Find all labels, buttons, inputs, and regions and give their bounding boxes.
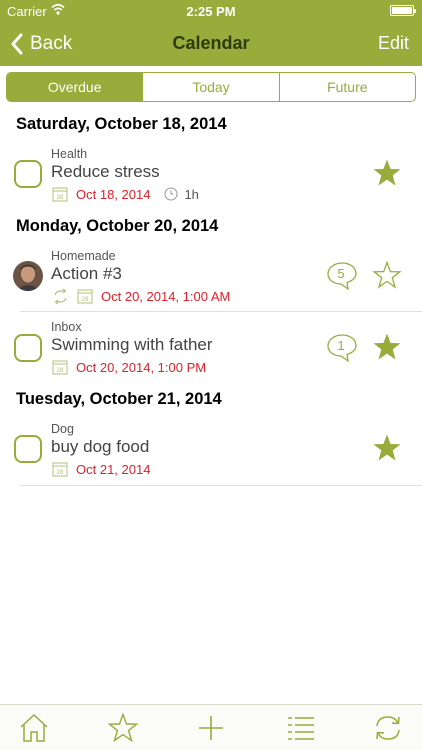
calendar-icon: 28 bbox=[52, 187, 68, 202]
star-filled-icon[interactable] bbox=[372, 158, 402, 188]
calendar-icon-day: 28 bbox=[57, 470, 64, 476]
repeat-icon bbox=[54, 288, 67, 304]
calendar-icon: 28 bbox=[52, 462, 68, 477]
clock-time: 2:25 PM bbox=[186, 4, 236, 19]
battery-icon bbox=[390, 5, 416, 16]
filter-segmented-control: Overdue Today Future bbox=[6, 72, 416, 102]
home-icon[interactable] bbox=[18, 712, 50, 744]
task-row[interactable]: Homemade Action #3 28 Oct 20, 2014, 1:00… bbox=[0, 242, 422, 312]
task-title: Reduce stress bbox=[51, 162, 160, 181]
task-title: Action #3 bbox=[51, 264, 122, 283]
task-meta: 28 Oct 21, 2014 bbox=[52, 460, 150, 478]
star-icon[interactable] bbox=[107, 712, 139, 744]
star-filled-icon[interactable] bbox=[372, 332, 402, 362]
comment-count: 5 bbox=[337, 266, 345, 281]
task-meta: 28 Oct 20, 2014, 1:00 PM bbox=[52, 358, 206, 376]
page-title: Calendar bbox=[172, 33, 250, 53]
section-header: Saturday, October 18, 2014 bbox=[16, 115, 227, 133]
star-outline-icon[interactable] bbox=[372, 260, 402, 290]
task-title: buy dog food bbox=[51, 437, 150, 456]
plus-icon[interactable] bbox=[195, 712, 227, 744]
task-row[interactable]: Health Reduce stress 28 Oct 18, 2014 1h bbox=[0, 140, 422, 212]
segment-future[interactable]: Future bbox=[278, 73, 415, 101]
section-header: Monday, October 20, 2014 bbox=[16, 217, 219, 235]
avatar-image bbox=[13, 261, 43, 291]
task-due-date: Oct 20, 2014, 1:00 AM bbox=[101, 288, 231, 304]
calendar-icon: 28 bbox=[77, 289, 93, 304]
navigation-bar: Carrier 2:25 PM Back Calendar Edit bbox=[0, 0, 422, 66]
task-checkbox[interactable] bbox=[14, 334, 42, 362]
task-checkbox[interactable] bbox=[14, 435, 42, 463]
list-icon[interactable] bbox=[284, 712, 316, 744]
tab-bar bbox=[0, 704, 422, 750]
calendar-icon-day: 28 bbox=[57, 195, 64, 201]
task-project: Inbox bbox=[51, 320, 82, 334]
comment-count: 1 bbox=[337, 338, 345, 353]
calendar-icon-day: 28 bbox=[82, 297, 89, 303]
calendar-icon: 28 bbox=[52, 360, 68, 375]
task-title: Swimming with father bbox=[51, 335, 213, 354]
comments-button[interactable]: 1 bbox=[326, 333, 358, 363]
task-row[interactable]: Dog buy dog food 28 Oct 21, 2014 bbox=[0, 415, 422, 486]
section-header: Tuesday, October 21, 2014 bbox=[16, 390, 222, 408]
sync-icon[interactable] bbox=[372, 712, 404, 744]
edit-button[interactable]: Edit bbox=[378, 33, 409, 54]
segment-today[interactable]: Today bbox=[142, 73, 278, 101]
task-meta: 28 Oct 18, 2014 1h bbox=[52, 185, 199, 203]
task-due-date: Oct 20, 2014, 1:00 PM bbox=[76, 359, 207, 375]
row-divider bbox=[20, 485, 422, 486]
star-filled-icon[interactable] bbox=[372, 433, 402, 463]
task-checkbox[interactable] bbox=[14, 160, 42, 188]
segment-overdue[interactable]: Overdue bbox=[7, 73, 143, 101]
task-project: Dog bbox=[51, 422, 74, 436]
status-bar: Carrier 2:25 PM bbox=[0, 0, 422, 22]
task-project: Health bbox=[51, 147, 88, 161]
task-duration: 1h bbox=[184, 186, 199, 202]
avatar bbox=[13, 261, 43, 291]
comments-button[interactable]: 5 bbox=[326, 261, 358, 291]
calendar-icon-day: 28 bbox=[57, 368, 64, 374]
task-row[interactable]: Inbox Swimming with father 28 Oct 20, 20… bbox=[0, 312, 422, 384]
clock-icon bbox=[164, 187, 178, 201]
task-project: Homemade bbox=[51, 249, 116, 263]
task-due-date: Oct 18, 2014 bbox=[76, 186, 151, 202]
task-due-date: Oct 21, 2014 bbox=[76, 461, 151, 477]
task-meta: 28 Oct 20, 2014, 1:00 AM bbox=[52, 287, 230, 305]
